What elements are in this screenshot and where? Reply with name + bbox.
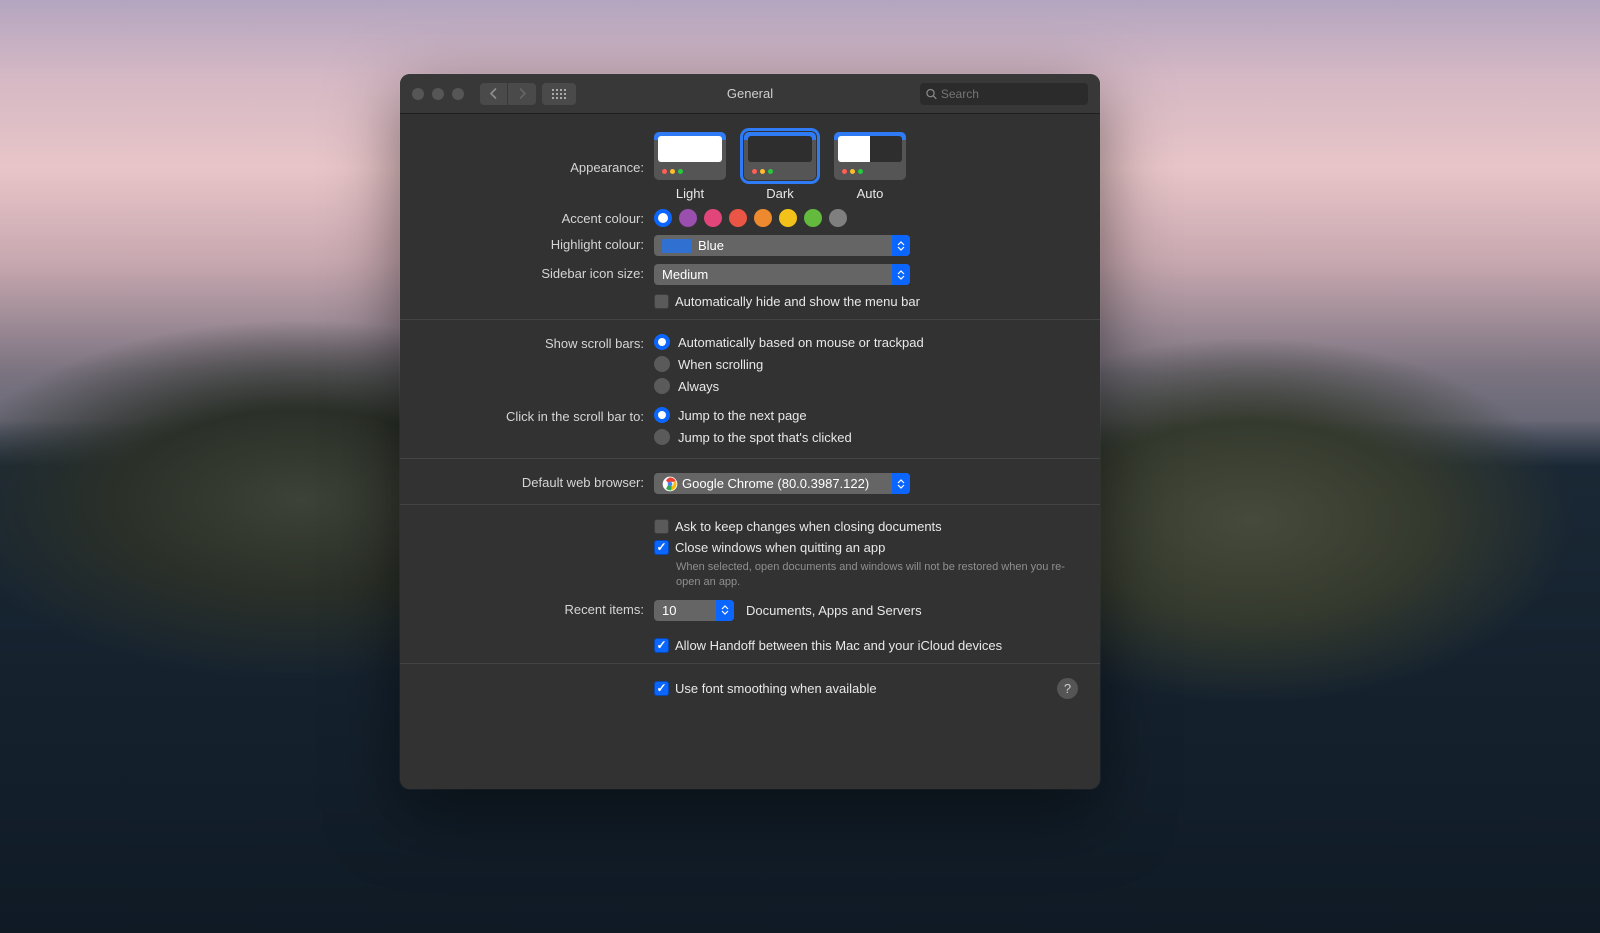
ask-keep-changes-checkbox[interactable] xyxy=(654,519,669,534)
font-smoothing-label: Use font smoothing when available xyxy=(675,681,877,696)
minimize-button[interactable] xyxy=(432,88,444,100)
browser-label: Default web browser: xyxy=(422,473,654,490)
appearance-light-label: Light xyxy=(676,186,704,201)
scrollbars-opt-2: Always xyxy=(678,379,719,394)
appearance-option-auto[interactable]: Auto xyxy=(834,132,906,201)
accent-swatch-0[interactable] xyxy=(654,209,672,227)
show-all-button[interactable] xyxy=(542,83,576,105)
titlebar: General xyxy=(400,74,1100,114)
highlight-label: Highlight colour: xyxy=(422,235,654,252)
forward-button[interactable] xyxy=(508,83,536,105)
close-windows-checkbox[interactable] xyxy=(654,540,669,555)
appearance-option-dark[interactable]: Dark xyxy=(744,132,816,201)
appearance-option-light[interactable]: Light xyxy=(654,132,726,201)
recent-items-suffix: Documents, Apps and Servers xyxy=(746,603,922,618)
sidebar-icon-value: Medium xyxy=(662,267,708,282)
scrollbars-radio-always[interactable] xyxy=(654,378,670,394)
highlight-value: Blue xyxy=(698,238,724,253)
menubar-autohide-label: Automatically hide and show the menu bar xyxy=(675,294,920,309)
chrome-icon xyxy=(662,476,678,492)
accent-swatch-3[interactable] xyxy=(729,209,747,227)
close-button[interactable] xyxy=(412,88,424,100)
chevron-updown-icon xyxy=(892,235,910,256)
accent-swatch-5[interactable] xyxy=(779,209,797,227)
chevron-updown-icon xyxy=(892,473,910,494)
accent-swatch-1[interactable] xyxy=(679,209,697,227)
accent-swatch-7[interactable] xyxy=(829,209,847,227)
search-field[interactable] xyxy=(920,83,1088,105)
traffic-lights xyxy=(412,88,464,100)
window-title: General xyxy=(727,86,773,101)
accent-swatch-2[interactable] xyxy=(704,209,722,227)
scrollbars-opt-1: When scrolling xyxy=(678,357,763,372)
separator xyxy=(400,663,1100,664)
appearance-label: Appearance: xyxy=(422,132,654,175)
click-scrollbar-radio-spot[interactable] xyxy=(654,429,670,445)
click-scrollbar-label: Click in the scroll bar to: xyxy=(422,407,654,424)
scrollbars-radio-scrolling[interactable] xyxy=(654,356,670,372)
sidebar-icon-label: Sidebar icon size: xyxy=(422,264,654,281)
click-scrollbar-opt-0: Jump to the next page xyxy=(678,408,807,423)
accent-label: Accent colour: xyxy=(422,209,654,226)
separator xyxy=(400,319,1100,320)
nav-segment xyxy=(480,83,536,105)
click-scrollbar-opt-1: Jump to the spot that's clicked xyxy=(678,430,852,445)
close-windows-label: Close windows when quitting an app xyxy=(675,540,885,555)
chevron-updown-icon xyxy=(716,600,734,621)
zoom-button[interactable] xyxy=(452,88,464,100)
search-input[interactable] xyxy=(941,87,1082,101)
scrollbars-label: Show scroll bars: xyxy=(422,334,654,351)
browser-value: Google Chrome (80.0.3987.122) xyxy=(682,476,869,491)
recent-items-label: Recent items: xyxy=(422,600,654,617)
handoff-label: Allow Handoff between this Mac and your … xyxy=(675,638,1002,653)
accent-swatch-4[interactable] xyxy=(754,209,772,227)
scrollbars-radio-auto[interactable] xyxy=(654,334,670,350)
scrollbars-opt-0: Automatically based on mouse or trackpad xyxy=(678,335,924,350)
default-browser-select[interactable]: Google Chrome (80.0.3987.122) xyxy=(654,473,910,494)
recent-items-value: 10 xyxy=(662,603,676,618)
close-windows-hint: When selected, open documents and window… xyxy=(676,560,1078,590)
recent-items-select[interactable]: 10 xyxy=(654,600,734,621)
preferences-content: Appearance: Light Dark Auto xyxy=(400,114,1100,727)
accent-swatch-6[interactable] xyxy=(804,209,822,227)
ask-keep-changes-label: Ask to keep changes when closing documen… xyxy=(675,519,942,534)
accent-swatches xyxy=(654,209,1078,227)
font-smoothing-checkbox[interactable] xyxy=(654,681,669,696)
menubar-autohide-checkbox[interactable] xyxy=(654,294,669,309)
separator xyxy=(400,504,1100,505)
highlight-select[interactable]: Blue xyxy=(654,235,910,256)
preferences-window: General Appearance: Light Dark xyxy=(400,74,1100,789)
help-button[interactable]: ? xyxy=(1057,678,1078,699)
appearance-auto-label: Auto xyxy=(857,186,884,201)
handoff-checkbox[interactable] xyxy=(654,638,669,653)
click-scrollbar-radio-page[interactable] xyxy=(654,407,670,423)
appearance-dark-label: Dark xyxy=(766,186,793,201)
chevron-updown-icon xyxy=(892,264,910,285)
sidebar-icon-select[interactable]: Medium xyxy=(654,264,910,285)
search-icon xyxy=(926,88,937,100)
separator xyxy=(400,458,1100,459)
highlight-swatch-icon xyxy=(662,239,692,253)
back-button[interactable] xyxy=(480,83,508,105)
